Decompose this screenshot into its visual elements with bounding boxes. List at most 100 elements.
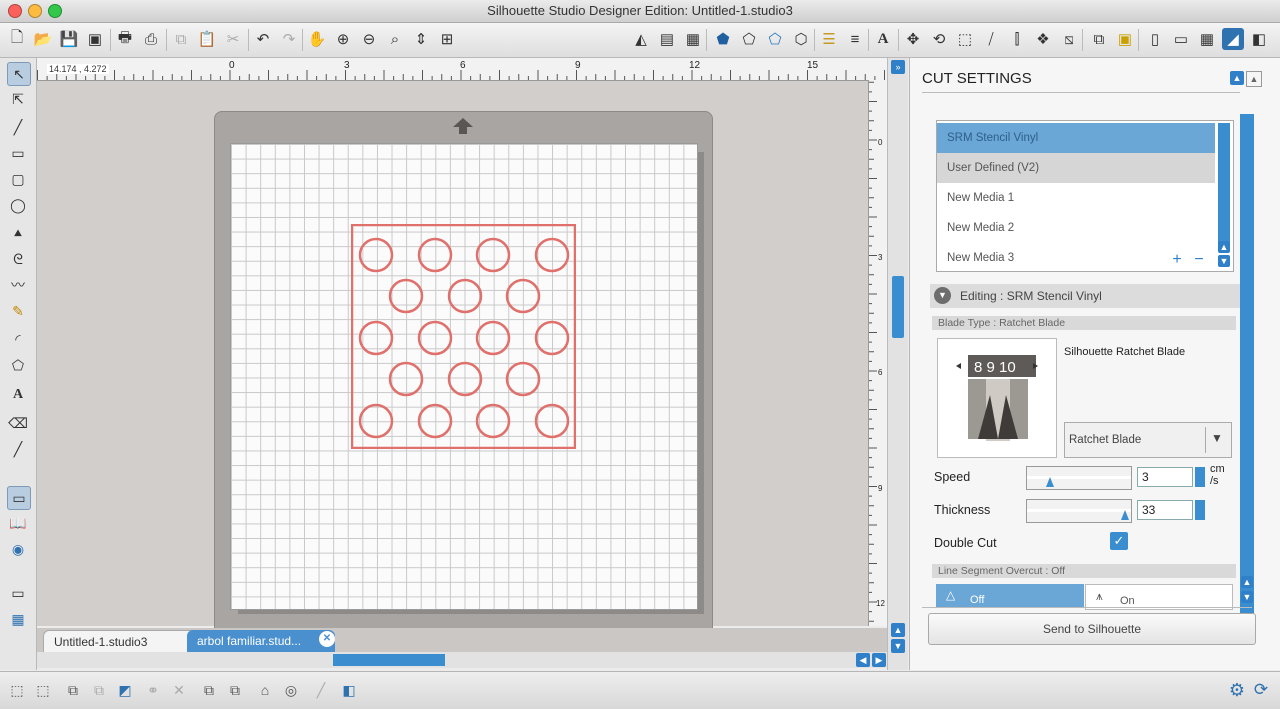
modify-icon[interactable]: ⧅ [1058,28,1080,50]
smooth-freehand-icon[interactable]: ✎ [7,300,29,322]
split-view-icon[interactable]: ▦ [7,608,29,630]
blade-type-select[interactable]: Ratchet Blade ▼ [1064,422,1232,458]
store-icon[interactable]: ◧ [1248,28,1270,50]
print-icon[interactable]: 🖶 [114,28,136,50]
registration-marks-icon[interactable]: ▦ [1196,28,1218,50]
list-scroll-down-icon[interactable]: ▼ [1218,255,1230,267]
thickness-stepper[interactable] [1195,500,1205,520]
align-icon[interactable]: ⫿ [1006,28,1028,50]
print-cut-icon[interactable]: ⎙ [140,28,162,50]
offset-bottom-icon[interactable]: ⌂ [254,679,276,701]
line-tool-icon[interactable]: ╱ [7,116,29,138]
line-style-icon[interactable]: ☰ [818,28,840,50]
double-cut-checkbox[interactable]: ✓ [1110,532,1128,550]
canvas-horizontal-scrollbar[interactable]: ◀ ▶ [37,652,887,668]
open-folder-icon[interactable]: 📂 [32,28,54,50]
window-view-icon[interactable]: ▭ [7,582,29,604]
ungroup-icon[interactable]: ⬚ [32,679,54,701]
gear-icon[interactable]: ⚙ [1226,679,1248,701]
settings-scroll-down-icon[interactable]: ▼ [1241,591,1253,603]
duplicate-icon[interactable]: ⧉ [198,679,220,701]
paste-icon[interactable]: 📋 [196,28,218,50]
panel-expand-icon[interactable]: ▲ [1246,71,1262,87]
thickness-slider-thumb[interactable] [1121,509,1129,520]
make-compound-icon[interactable]: ⧉ [62,679,84,701]
eraser-tool-icon[interactable]: ⌫ [7,412,29,434]
trace-icon[interactable]: ▣ [1114,28,1136,50]
list-item[interactable]: SRM Stencil Vinyl [937,123,1215,153]
page-settings-icon[interactable]: ▤ [656,28,678,50]
gradient-icon[interactable]: ⬠ [738,28,760,50]
weld-icon[interactable]: ⚭ [142,679,164,701]
pattern-icon[interactable]: ⬠ [764,28,786,50]
close-tab-icon[interactable]: ✕ [319,631,335,647]
rounded-rectangle-icon[interactable]: ▢ [7,168,29,190]
stencil-design[interactable] [351,224,576,449]
point-edit-icon[interactable]: ⇱ [7,88,29,110]
online-store-icon[interactable]: ◉ [7,538,29,560]
fit-to-page-icon[interactable]: ⊞ [436,28,458,50]
ellipse-tool-icon[interactable]: ◯ [7,194,29,216]
text-tool-icon[interactable]: A [7,384,29,406]
media-type-list[interactable]: SRM Stencil Vinyl User Defined (V2) New … [936,120,1234,272]
scale-icon[interactable]: ⬚ [954,28,976,50]
zoom-in-icon[interactable]: ⊕ [332,28,354,50]
speed-stepper[interactable] [1195,467,1205,487]
list-scroll-up-icon[interactable]: ▲ [1218,241,1230,253]
grid-icon[interactable]: ▦ [682,28,704,50]
list-item[interactable]: New Media 1 [937,183,1215,213]
scroll-down-icon[interactable]: ▼ [891,639,905,653]
tab-arbol-familiar[interactable]: arbol familiar.stud... [187,630,335,652]
thickness-input[interactable]: 33 [1137,500,1193,520]
editing-header[interactable]: ▼ Editing : SRM Stencil Vinyl [930,284,1240,308]
cut-scissors-icon[interactable]: ✂ [222,28,244,50]
text-style-icon[interactable]: A [872,28,894,50]
canvas-vertical-scrollbar[interactable]: » ▲ ▼ [887,58,908,670]
pan-hand-icon[interactable]: ✋ [306,28,328,50]
mirror-icon[interactable]: ⧉ [224,679,246,701]
offset-icon[interactable]: ⧉ [1088,28,1110,50]
speed-slider-thumb[interactable] [1046,476,1054,487]
copy-icon[interactable]: ⧉ [170,28,192,50]
save-icon[interactable]: 💾 [58,28,80,50]
add-media-icon[interactable]: + [1167,251,1187,269]
target-icon[interactable]: ◎ [280,679,302,701]
speed-input[interactable]: 3 [1137,467,1193,487]
scroll-up-icon[interactable]: ▲ [891,623,905,637]
fill-color-icon[interactable]: ⬟ [712,28,734,50]
thickness-slider[interactable] [1026,499,1132,523]
zoom-select-icon[interactable]: ⌕ [384,28,406,50]
rectangle-tool-icon[interactable]: ▭ [7,142,29,164]
arc-tool-icon[interactable]: ◜ [7,328,29,350]
collapse-editing-icon[interactable]: ▼ [934,287,951,304]
redo-icon[interactable]: ↷ [278,28,300,50]
design-view-icon[interactable]: ▭ [7,486,31,510]
overcut-off-button[interactable]: △ Off [936,584,1084,608]
panel-collapse-icon[interactable]: ▲ [1230,71,1244,85]
send-icon[interactable]: ▭ [1170,28,1192,50]
cut-style-icon[interactable]: ◢ [1222,28,1244,50]
new-document-icon[interactable]: 🗋 [6,28,28,50]
freehand-tool-icon[interactable]: 〰 [7,274,29,296]
library-icon[interactable]: 📖 [7,512,29,534]
list-item[interactable]: User Defined (V2) [937,153,1215,183]
cut-settings-icon[interactable]: ▯ [1144,28,1166,50]
bring-to-front-icon[interactable]: ◩ [114,679,136,701]
refresh-icon[interactable]: ⟳ [1250,679,1272,701]
line-color-icon[interactable]: ⬡ [790,28,812,50]
drag-zoom-icon[interactable]: ⇕ [410,28,432,50]
remove-media-icon[interactable]: − [1189,251,1209,269]
release-compound-icon[interactable]: ⧉ [88,679,110,701]
undo-icon[interactable]: ↶ [252,28,274,50]
horizontal-scroll-thumb[interactable] [333,654,445,666]
vertical-scroll-thumb[interactable] [892,276,904,338]
curve-tool-icon[interactable]: ᘓ [7,248,29,270]
send-to-silhouette-button[interactable]: Send to Silhouette [928,613,1256,645]
polygon-tool-icon[interactable]: ⯅ [7,222,29,244]
save-to-library-icon[interactable]: ▣ [84,28,106,50]
list-scroll-thumb[interactable] [1218,123,1230,243]
transform-icon[interactable]: ✥ [902,28,924,50]
collapse-panel-icon[interactable]: » [891,60,905,74]
select-tool-icon[interactable]: ↖ [7,62,31,86]
settings-scroll-up-icon[interactable]: ▲ [1241,576,1253,588]
